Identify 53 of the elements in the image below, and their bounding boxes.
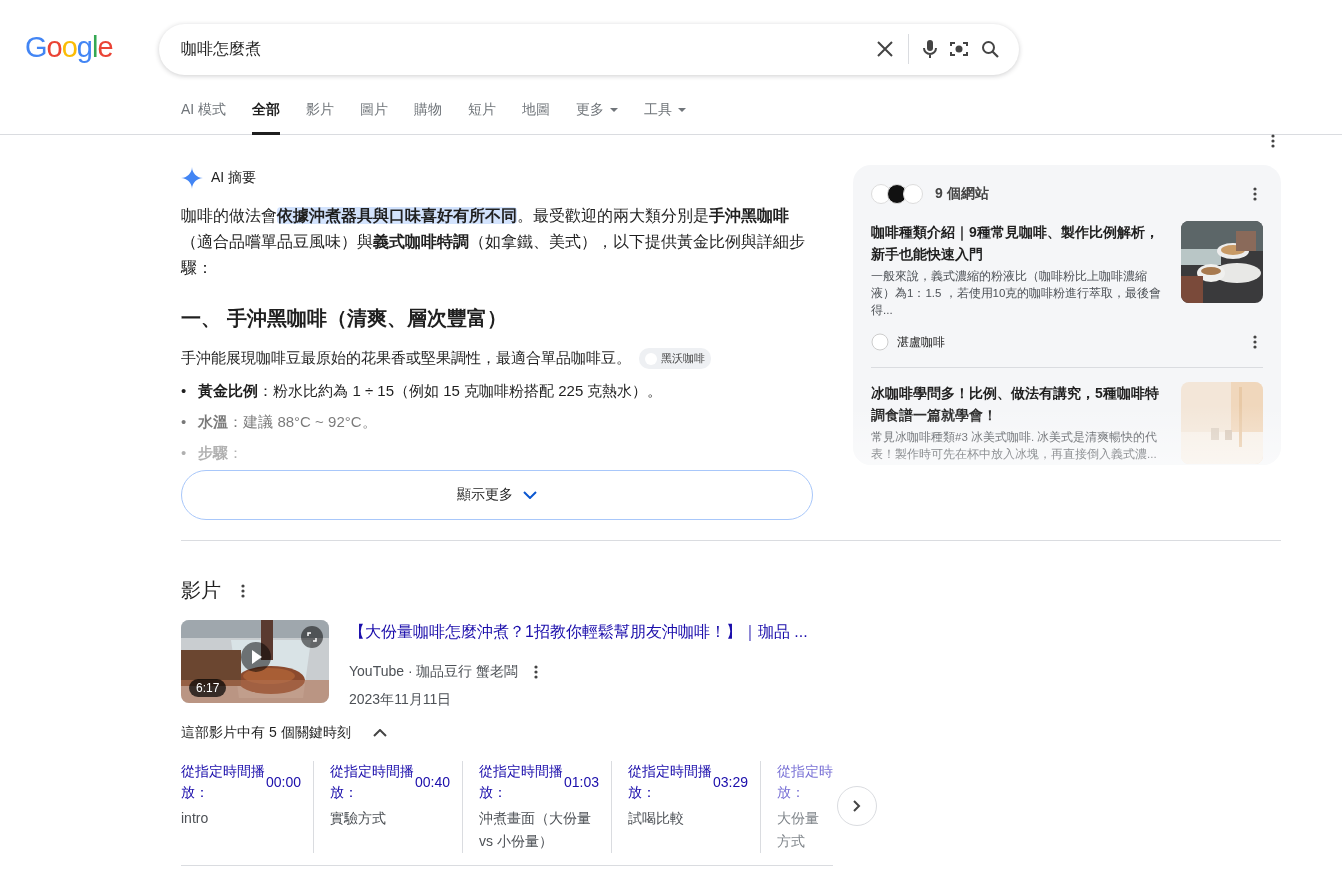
search-tab[interactable]: 更多 xyxy=(576,98,619,135)
video-date: 2023年11月11日 xyxy=(349,691,453,709)
play-icon[interactable] xyxy=(241,642,271,672)
key-moments-title: 這部影片中有 5 個關鍵時刻 xyxy=(181,724,351,742)
source-chip[interactable]: 黑沃咖啡 xyxy=(639,348,711,369)
bullet-text: 步驟： xyxy=(198,443,244,462)
play-from-time-link[interactable]: 從指定時 放： xyxy=(777,761,835,803)
moment-title: intro xyxy=(181,809,210,828)
video-title-link[interactable]: 【大份量咖啡怎麼沖煮？1招教你輕鬆幫朋友沖咖啡！】｜珈品 ... xyxy=(349,622,808,643)
bullet-text: 黃金比例：粉水比約為 1 ÷ 15（例如 15 克咖啡粉搭配 225 克熱水）。 xyxy=(198,381,663,400)
search-field[interactable]: 咖啡怎麼煮 xyxy=(178,39,870,59)
source-title[interactable]: 冰咖啡學問多！比例、做法有講究，5種咖啡特調食譜一篇就學會！ xyxy=(871,382,1169,426)
search-tab[interactable]: 工具 xyxy=(644,98,687,135)
site-name[interactable]: 湛盧咖啡 xyxy=(897,333,945,351)
sparkle-icon xyxy=(181,167,203,189)
search-tab[interactable]: AI 模式 xyxy=(181,98,227,135)
logo-letter[interactable]: e xyxy=(97,30,113,64)
search-tab[interactable]: 購物 xyxy=(414,98,443,135)
caret-icon xyxy=(610,108,619,112)
site-logo-icon xyxy=(871,333,889,351)
expand-icon[interactable] xyxy=(301,626,323,648)
section-title: 影片 xyxy=(181,578,221,603)
source-title[interactable]: 咖啡種類介紹｜9種常見咖啡、製作比例解析，新手也能快速入門 xyxy=(871,221,1169,265)
show-more-button[interactable]: 顯示更多 xyxy=(181,470,813,520)
search-tab[interactable]: 短片 xyxy=(468,98,497,135)
source-snippet: 常見冰咖啡種類#3 冰美式咖啡. 冰美式是清爽暢快的代表！製作時可先在杯中放入冰塊，再直接倒入義式濃... xyxy=(871,430,1159,462)
chevron-right-icon xyxy=(853,800,861,812)
sites-count: 9 個網站 xyxy=(935,185,989,203)
logo-letter[interactable]: G xyxy=(25,30,47,64)
caret-icon xyxy=(678,108,687,112)
search-tab[interactable]: 全部 xyxy=(252,98,281,135)
source-snippet: 一般來說，義式濃縮的粉液比（咖啡粉比上咖啡濃縮液）為1：1.5 ，若使用10克的咖啡粉進行萃取，最後會得... xyxy=(871,269,1163,318)
bullet-marker: • xyxy=(181,443,187,462)
logo-letter[interactable]: o xyxy=(46,30,62,64)
search-tab[interactable]: 圖片 xyxy=(360,98,389,135)
search-tab[interactable]: 地圖 xyxy=(522,98,551,135)
duration-badge: 6:17 xyxy=(189,679,227,697)
video-source: YouTube · 珈品豆行 蟹老闆 xyxy=(349,663,519,681)
bullet-text: 水溫：建議 88°C ~ 92°C。 xyxy=(198,412,377,431)
moment-title: 大份量 方式 xyxy=(777,809,820,851)
moment-title: 沖煮畫面（大份量 vs 小份量） xyxy=(479,809,592,851)
paragraph: 手沖能展現咖啡豆最原始的花果香或堅果調性，最適合單品咖啡豆。 xyxy=(181,349,631,368)
moment-title: 實驗方式 xyxy=(330,809,387,828)
ai-overview-title: AI 摘要 xyxy=(211,169,257,187)
search-tab[interactable]: 影片 xyxy=(306,98,335,135)
logo-letter[interactable]: g xyxy=(76,30,92,64)
intro-paragraph: 咖啡的做法會依據沖煮器具與口味喜好有所不同。最受歡迎的兩大類分別是手沖黑咖啡 （適合品嚐單品豆風味）與義式咖啡特調（如拿鐵、美式），以下提供黃金比例與詳細步驟： xyxy=(181,206,806,278)
bullet-marker: • xyxy=(181,381,187,400)
logo-letter[interactable]: l xyxy=(92,30,98,64)
bullet-marker: • xyxy=(181,412,187,431)
chevron-down-icon xyxy=(523,491,537,499)
moment-title: 試喝比較 xyxy=(628,809,685,828)
section-heading: 一、 手沖黑咖啡（清爽、層次豐富） xyxy=(181,306,508,331)
